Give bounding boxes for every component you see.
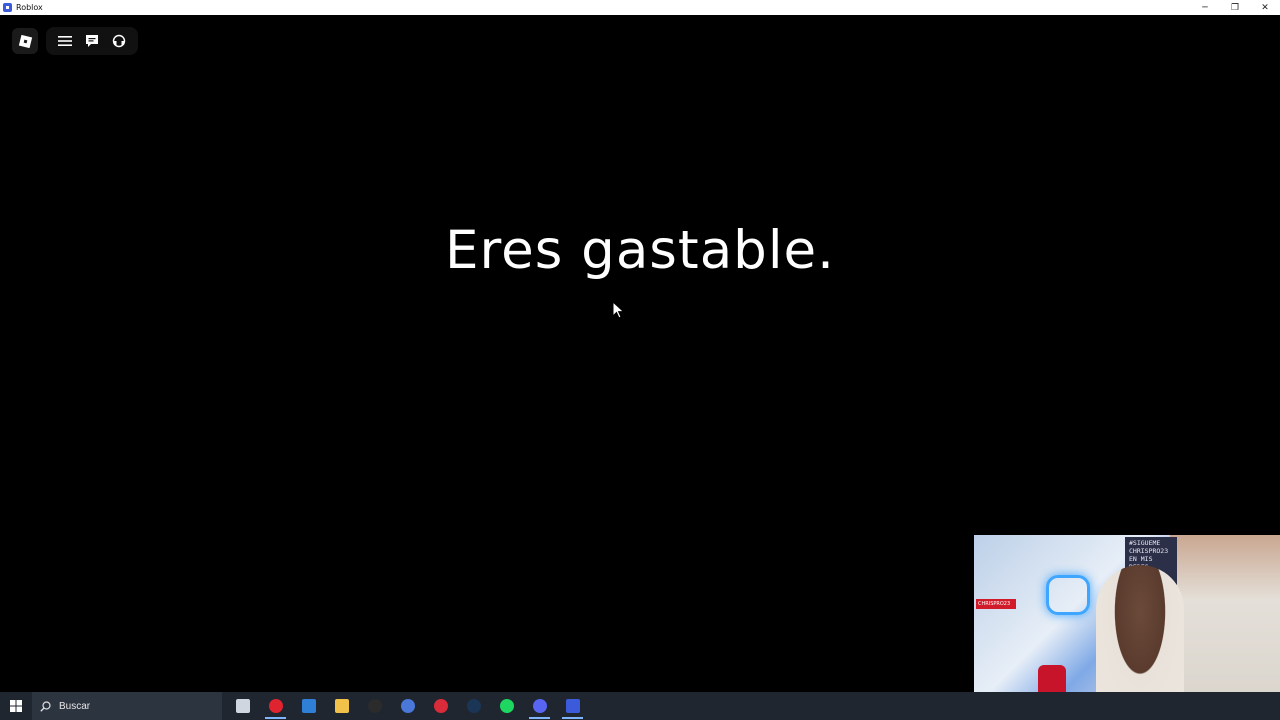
- hamburger-menu-icon[interactable]: [55, 31, 75, 51]
- taskbar-search[interactable]: Buscar: [32, 692, 222, 720]
- outlook-icon: [301, 699, 316, 713]
- roblox-menu-button[interactable]: [12, 28, 38, 54]
- neon-controller-sign: [1046, 575, 1090, 615]
- search-icon: [40, 700, 51, 712]
- steam-icon: [466, 699, 481, 713]
- headset-icon[interactable]: [109, 31, 129, 51]
- game-message: Eres gastable.: [445, 220, 835, 281]
- taskbar-steam-button[interactable]: [457, 692, 490, 720]
- window-title: Roblox: [16, 3, 43, 12]
- roblox-app-icon: [3, 3, 12, 12]
- taskbar-apps: [226, 692, 589, 720]
- windows-logo-icon: [10, 700, 22, 712]
- close-button[interactable]: ✕: [1250, 0, 1280, 15]
- roblox-topbar: [12, 27, 138, 55]
- obs-icon: [367, 699, 382, 713]
- windows-taskbar: Buscar: [0, 692, 1280, 720]
- spotify-icon: [499, 699, 514, 713]
- discord-icon: [532, 699, 547, 713]
- minimize-button[interactable]: ─: [1190, 0, 1220, 15]
- restore-button[interactable]: ❐: [1220, 0, 1250, 15]
- file-explorer-icon: [334, 699, 349, 713]
- task-view-icon: [235, 699, 250, 713]
- wps-office-icon: [433, 699, 448, 713]
- window-controls: ─ ❐ ✕: [1190, 0, 1280, 15]
- wps-icon: [400, 699, 415, 713]
- chat-icon[interactable]: [82, 31, 102, 51]
- webcam-badge: CHRISPRO23: [976, 599, 1016, 609]
- window-titlebar: Roblox ─ ❐ ✕: [0, 0, 1280, 15]
- taskbar-obs-button[interactable]: [358, 692, 391, 720]
- taskbar-discord-button[interactable]: [523, 692, 556, 720]
- roblox-logo-icon: [18, 34, 32, 48]
- taskbar-file-explorer-button[interactable]: [325, 692, 358, 720]
- taskbar-opera-button[interactable]: [259, 692, 292, 720]
- roblox-icon: [565, 699, 580, 713]
- search-placeholder: Buscar: [59, 700, 91, 712]
- topbar-controls: [46, 27, 138, 55]
- taskbar-outlook-button[interactable]: [292, 692, 325, 720]
- opera-icon: [268, 699, 283, 713]
- taskbar-wps-office-button[interactable]: [424, 692, 457, 720]
- taskbar-spotify-button[interactable]: [490, 692, 523, 720]
- start-button[interactable]: [0, 692, 32, 720]
- taskbar-roblox-button[interactable]: [556, 692, 589, 720]
- taskbar-wps-button[interactable]: [391, 692, 424, 720]
- mouse-cursor-icon: [612, 301, 625, 319]
- taskbar-task-view-button[interactable]: [226, 692, 259, 720]
